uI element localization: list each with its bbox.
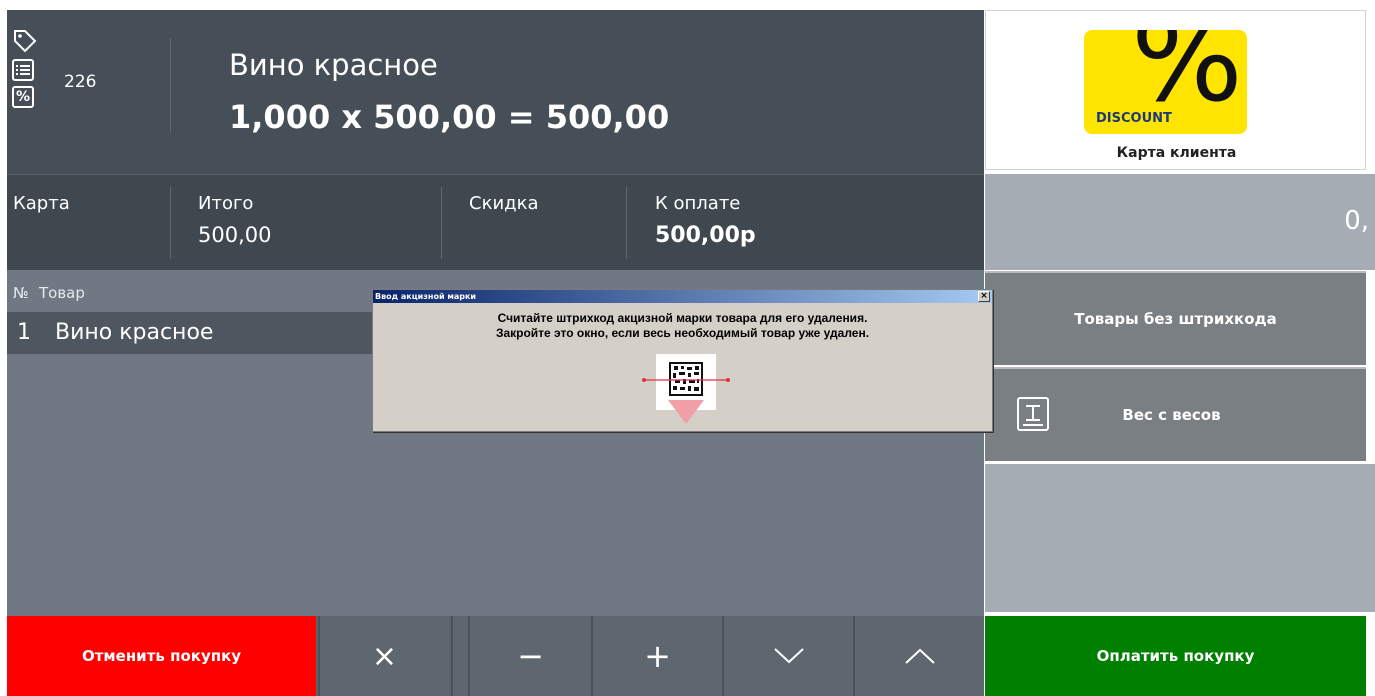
dialog-close-button[interactable]: × xyxy=(978,291,990,302)
column-header-item: Товар xyxy=(39,284,85,302)
no-barcode-items-button[interactable]: Товары без штрихкода xyxy=(985,271,1366,365)
discount-badge-text: DISCOUNT xyxy=(1096,111,1172,126)
amount-value: 0, xyxy=(1344,206,1369,236)
scale-weight-button[interactable]: Вес с весов xyxy=(985,367,1366,461)
bottom-toolbar: Отменить покупку × − + xyxy=(7,616,984,696)
header-divider xyxy=(170,38,171,133)
totals-row: Карта Итого 500,00 Скидка К оплате 500,0… xyxy=(7,174,984,270)
to-pay-label: К оплате xyxy=(655,193,741,214)
minus-icon: − xyxy=(517,637,544,675)
list-item-name: Вино красное xyxy=(55,320,214,345)
barcode-scan-icon xyxy=(642,354,730,424)
receipt-number: 226 xyxy=(64,72,97,92)
discount-card-image: % DISCOUNT xyxy=(1084,30,1247,134)
toolbar-spacer xyxy=(451,616,468,696)
scale-weight-label: Вес с весов xyxy=(1122,406,1221,424)
discount-label: Скидка xyxy=(469,193,539,214)
decrease-quantity-button[interactable]: − xyxy=(468,616,591,696)
total-label: Итого xyxy=(198,193,254,214)
excise-stamp-dialog: Ввод акцизной марки × Считайте штрихкод … xyxy=(372,289,993,432)
amount-display: 0, xyxy=(985,174,1375,270)
close-icon: × xyxy=(371,638,398,674)
totals-divider xyxy=(626,187,627,259)
dialog-message: Считайте штрихкод акцизной марки товара … xyxy=(373,311,992,341)
list-icon[interactable] xyxy=(12,59,34,81)
product-header: % 226 Вино красное 1,000 х 500,00 = 500,… xyxy=(7,10,984,174)
percent-symbol: % xyxy=(1130,30,1243,128)
dialog-title-bar: Ввод акцизной марки × xyxy=(373,290,992,303)
plus-icon: + xyxy=(644,637,671,675)
current-product-calculation: 1,000 х 500,00 = 500,00 xyxy=(229,98,670,136)
increase-quantity-button[interactable]: + xyxy=(591,616,722,696)
percent-icon[interactable]: % xyxy=(12,86,34,108)
to-pay-value: 500,00р xyxy=(655,223,756,248)
totals-divider xyxy=(170,187,171,259)
totals-divider xyxy=(441,187,442,259)
chevron-up-icon xyxy=(904,648,935,664)
column-header-number: № xyxy=(13,284,29,302)
list-item-number: 1 xyxy=(17,320,31,345)
scale-icon xyxy=(1017,397,1049,431)
client-card-button[interactable]: % DISCOUNT Карта клиента xyxy=(985,10,1366,170)
current-product-name: Вино красное xyxy=(229,48,438,82)
total-value: 500,00 xyxy=(198,223,272,247)
scroll-down-button[interactable] xyxy=(722,616,853,696)
card-label: Карта xyxy=(13,193,70,214)
delete-item-button[interactable]: × xyxy=(318,616,449,696)
dialog-message-line1: Считайте штрихкод акцизной марки товара … xyxy=(497,311,868,325)
header-icons: % xyxy=(12,28,44,113)
dialog-message-line2: Закройте это окно, если весь необходимый… xyxy=(495,326,870,340)
right-empty-panel xyxy=(985,464,1375,612)
chevron-down-icon xyxy=(773,648,804,664)
tag-icon[interactable] xyxy=(12,28,38,54)
pay-purchase-button[interactable]: Оплатить покупку xyxy=(985,616,1366,696)
cancel-purchase-button[interactable]: Отменить покупку xyxy=(7,616,316,696)
scroll-up-button[interactable] xyxy=(853,616,984,696)
dialog-title: Ввод акцизной марки xyxy=(375,292,477,301)
client-card-label: Карта клиента xyxy=(1116,145,1237,161)
